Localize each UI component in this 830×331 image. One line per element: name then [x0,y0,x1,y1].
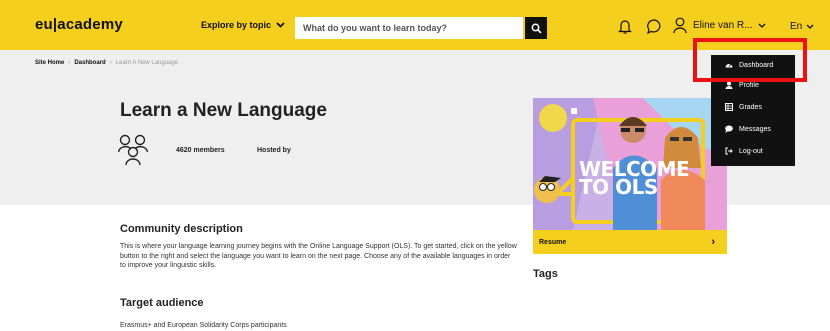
menu-item-logout[interactable]: Log-out [711,141,795,161]
messages-icon [725,125,733,133]
search-button[interactable] [525,17,547,39]
grades-icon [725,103,733,111]
language-label: En [790,21,803,32]
chevron-down-icon [276,22,285,28]
menu-item-messages[interactable]: Messages [711,119,795,139]
profile-icon [725,81,733,89]
welcome-to-ols-banner[interactable]: WELCOME TO OLS [533,98,727,230]
notifications-button[interactable] [616,16,634,36]
tags-heading: Tags [533,268,558,280]
explore-label: Explore by topic [201,20,272,30]
chat-bubble-icon [646,18,660,34]
menu-item-label: Log-out [739,147,763,155]
chevron-down-icon [759,23,766,28]
hosted-by-label: Hosted by [257,147,291,154]
menu-item-label: Messages [739,125,771,133]
menu-item-label: Grades [739,103,762,111]
menu-item-label: Profile [739,81,759,89]
search-input[interactable] [295,17,523,39]
members-count: 4620 members [176,147,225,154]
resume-label: Resume [539,238,567,246]
search-icon [531,23,542,34]
breadcrumb-separator: › [68,60,71,66]
chevron-down-icon [806,24,814,29]
breadcrumb: Site Home › Dashboard › Learn A New Lang… [35,60,178,66]
messages-button[interactable] [645,16,663,36]
menu-item-grades[interactable]: Grades [711,97,795,117]
community-description-heading: Community description [120,223,243,235]
chevron-right-icon: › [711,236,715,248]
resume-button[interactable]: Resume › [533,230,727,254]
site-logo[interactable]: eu|academy [35,16,123,33]
breadcrumb-site-home[interactable]: Site Home [35,60,64,66]
user-name: Eline van R... [693,20,753,31]
logout-icon [725,147,733,155]
breadcrumb-current: Learn A New Language [115,60,179,66]
bell-icon [618,19,632,34]
members-icon [118,134,148,166]
user-menu-toggle[interactable]: Eline van R... [673,17,766,34]
user-icon [673,17,687,34]
welcome-text: WELCOME TO OLS [579,157,690,199]
explore-by-topic-button[interactable]: Explore by topic [201,20,285,30]
target-audience-heading: Target audience [120,297,204,309]
target-audience-text: Erasmus+ and European Solidarity Corps p… [120,322,287,329]
page-title: Learn a New Language [120,100,327,121]
highlight-box [693,38,807,82]
breadcrumb-dashboard[interactable]: Dashboard [74,60,105,66]
community-description-text: This is where your language learning jou… [120,243,517,269]
language-selector[interactable]: En [790,21,814,32]
breadcrumb-separator: › [109,60,112,66]
